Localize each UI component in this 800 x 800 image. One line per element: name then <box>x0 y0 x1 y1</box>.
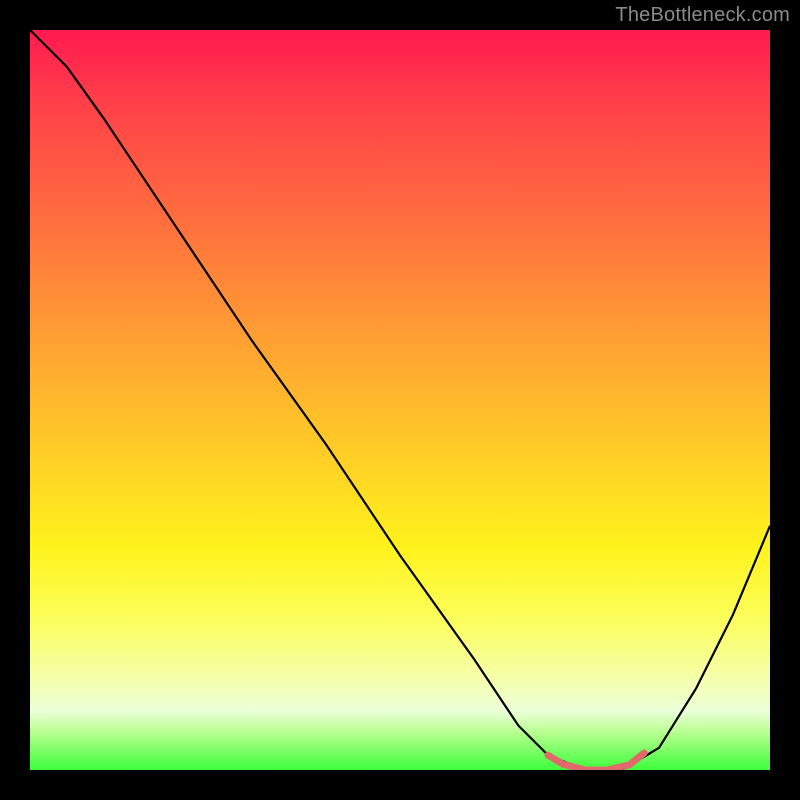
bottleneck-curve <box>30 30 770 770</box>
chart-frame: TheBottleneck.com <box>0 0 800 800</box>
plot-area <box>30 30 770 770</box>
curve-layer <box>30 30 770 770</box>
watermark: TheBottleneck.com <box>615 4 790 27</box>
optimal-range-highlight <box>548 753 644 770</box>
